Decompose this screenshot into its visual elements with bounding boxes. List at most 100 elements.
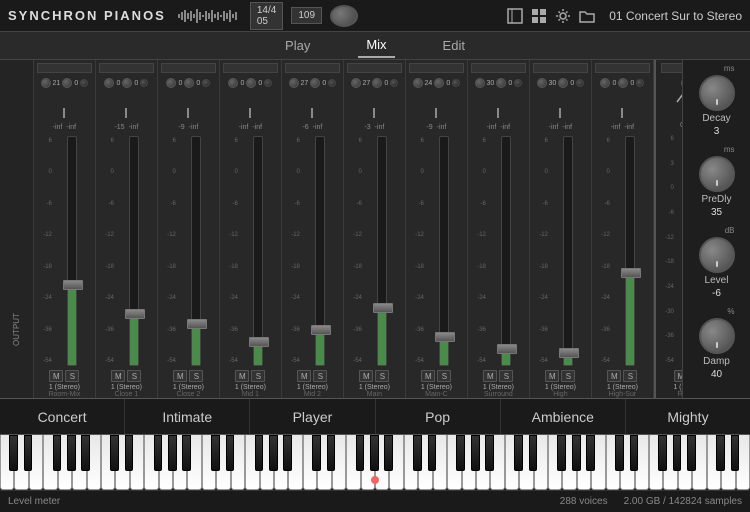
fader-handle-surround[interactable]: [497, 344, 517, 354]
metronome-knob[interactable]: [330, 5, 358, 27]
fader-track-main-c[interactable]: [439, 136, 449, 366]
knob3-mid1[interactable]: [264, 79, 272, 87]
knob3-mid2[interactable]: [328, 79, 336, 87]
fader-track-mid2[interactable]: [315, 136, 325, 366]
knob2-mid2[interactable]: [310, 78, 320, 88]
m-btn-main[interactable]: M: [359, 370, 373, 382]
s-btn-main-c[interactable]: S: [437, 370, 451, 382]
category-ambience[interactable]: Ambience: [501, 399, 626, 434]
fader-track-high-sur[interactable]: [625, 136, 635, 366]
m-btn-mid1[interactable]: M: [235, 370, 249, 382]
m-btn-mid2[interactable]: M: [297, 370, 311, 382]
tab-play[interactable]: Play: [277, 34, 318, 57]
reverb-damp-knob[interactable]: [699, 318, 735, 354]
black-key-6-4[interactable]: [673, 435, 682, 471]
black-key-6-1[interactable]: [630, 435, 639, 471]
black-key-4-5[interactable]: [485, 435, 494, 471]
m-btn-close1[interactable]: M: [111, 370, 125, 382]
fader-track-close1[interactable]: [129, 136, 139, 366]
black-key-0-4[interactable]: [67, 435, 76, 471]
fader-track-close2[interactable]: [191, 136, 201, 366]
knob3-close1[interactable]: [140, 79, 148, 87]
black-key-1-4[interactable]: [168, 435, 177, 471]
s-btn-room-mix[interactable]: S: [65, 370, 79, 382]
knob3-close2[interactable]: [202, 79, 210, 87]
output-m-btn[interactable]: M: [674, 370, 682, 382]
delay-knob-surround[interactable]: [475, 78, 485, 88]
m-btn-high[interactable]: M: [545, 370, 559, 382]
black-key-4-3[interactable]: [456, 435, 465, 471]
black-key-7-0[interactable]: [716, 435, 725, 471]
delay-knob-high[interactable]: [537, 78, 547, 88]
category-pop[interactable]: Pop: [376, 399, 501, 434]
s-btn-mid2[interactable]: S: [313, 370, 327, 382]
knob3-high[interactable]: [576, 79, 584, 87]
fader-handle-room-mix[interactable]: [63, 280, 83, 290]
black-key-5-0[interactable]: [514, 435, 523, 471]
reverb-predly-knob[interactable]: [699, 156, 735, 192]
fader-track-main[interactable]: [377, 136, 387, 366]
delay-knob-close1[interactable]: [104, 78, 114, 88]
black-key-4-0[interactable]: [413, 435, 422, 471]
black-key-3-1[interactable]: [327, 435, 336, 471]
knob2-surround[interactable]: [496, 78, 506, 88]
knob2-high[interactable]: [558, 78, 568, 88]
black-key-5-4[interactable]: [572, 435, 581, 471]
knob3-room-mix[interactable]: [80, 79, 88, 87]
reverb-decay-knob[interactable]: [699, 75, 735, 111]
black-key-2-4[interactable]: [269, 435, 278, 471]
knob2-main[interactable]: [372, 78, 382, 88]
black-key-6-3[interactable]: [658, 435, 667, 471]
fader-handle-close1[interactable]: [125, 309, 145, 319]
fader-handle-high[interactable]: [559, 348, 579, 358]
black-key-4-4[interactable]: [471, 435, 480, 471]
folder-icon[interactable]: [577, 6, 597, 26]
tab-edit[interactable]: Edit: [435, 34, 473, 57]
fader-handle-main[interactable]: [373, 303, 393, 313]
m-btn-room-mix[interactable]: M: [49, 370, 63, 382]
knob2-high-sur[interactable]: [618, 78, 628, 88]
knob2-close1[interactable]: [122, 78, 132, 88]
black-key-3-5[interactable]: [384, 435, 393, 471]
black-key-5-5[interactable]: [586, 435, 595, 471]
reverb-level-knob[interactable]: [699, 237, 735, 273]
m-btn-surround[interactable]: M: [483, 370, 497, 382]
black-key-0-1[interactable]: [24, 435, 33, 471]
category-player[interactable]: Player: [250, 399, 375, 434]
black-key-2-1[interactable]: [226, 435, 235, 471]
fader-track-room-mix[interactable]: [67, 136, 77, 366]
black-key-3-0[interactable]: [312, 435, 321, 471]
tab-mix[interactable]: Mix: [358, 33, 394, 58]
knob3-high-sur[interactable]: [636, 79, 644, 87]
s-btn-surround[interactable]: S: [499, 370, 513, 382]
fader-handle-main-c[interactable]: [435, 332, 455, 342]
fader-handle-high-sur[interactable]: [621, 268, 641, 278]
delay-knob-mid2[interactable]: [289, 78, 299, 88]
settings-icon[interactable]: [553, 6, 573, 26]
s-btn-high[interactable]: S: [561, 370, 575, 382]
s-btn-mid1[interactable]: S: [251, 370, 265, 382]
delay-knob-mid1[interactable]: [228, 78, 238, 88]
m-btn-close2[interactable]: M: [173, 370, 187, 382]
category-mighty[interactable]: Mighty: [626, 399, 750, 434]
fader-track-high[interactable]: [563, 136, 573, 366]
resize-icon[interactable]: [505, 6, 525, 26]
knob3-main-c[interactable]: [452, 79, 460, 87]
black-key-7-1[interactable]: [731, 435, 740, 471]
knob3-main[interactable]: [390, 79, 398, 87]
delay-knob-main-c[interactable]: [413, 78, 423, 88]
fader-handle-close2[interactable]: [187, 319, 207, 329]
black-key-1-5[interactable]: [182, 435, 191, 471]
black-key-2-0[interactable]: [211, 435, 220, 471]
knob2-close2[interactable]: [184, 78, 194, 88]
black-key-6-5[interactable]: [687, 435, 696, 471]
s-btn-main[interactable]: S: [375, 370, 389, 382]
black-key-5-1[interactable]: [529, 435, 538, 471]
category-intimate[interactable]: Intimate: [125, 399, 250, 434]
fader-handle-mid2[interactable]: [311, 325, 331, 335]
knob2-room-mix[interactable]: [62, 78, 72, 88]
black-key-4-1[interactable]: [428, 435, 437, 471]
delay-knob-high-sur[interactable]: [600, 78, 610, 88]
black-key-3-4[interactable]: [370, 435, 379, 471]
black-key-6-0[interactable]: [615, 435, 624, 471]
